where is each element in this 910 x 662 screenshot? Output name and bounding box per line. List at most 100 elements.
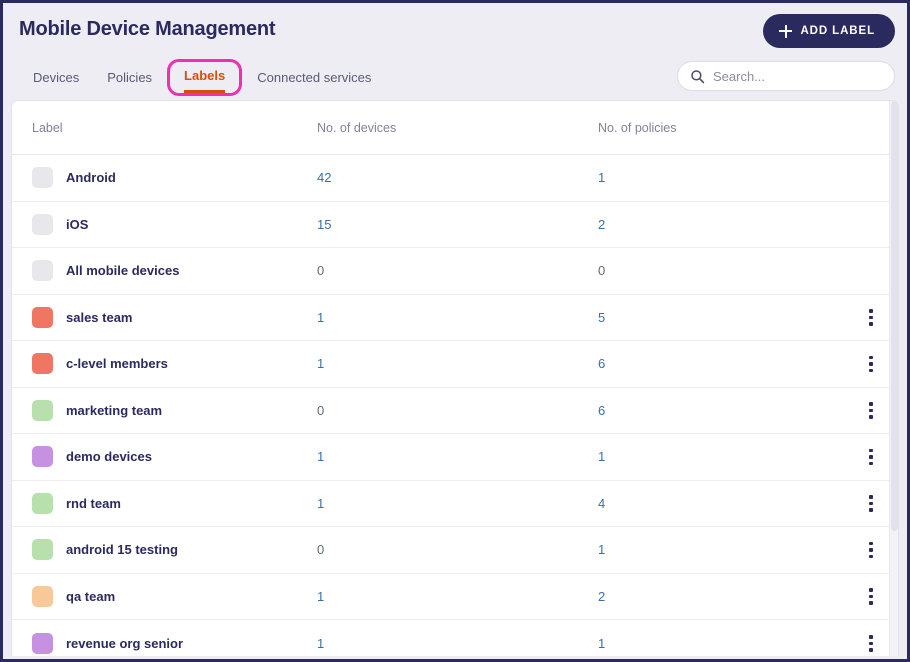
table-row[interactable]: revenue org senior 1 1 [12,620,898,656]
label-color-swatch [32,632,53,654]
column-header-policies: No. of policies [598,120,677,135]
policies-count[interactable]: 6 [598,356,838,371]
label-cell: revenue org senior [32,632,317,654]
devices-count[interactable]: 1 [317,496,598,511]
table-row[interactable]: sales team 1 5 [12,295,898,341]
label-name: Android [66,170,116,186]
column-header-devices: No. of devices [317,120,397,135]
label-name: revenue org senior [66,635,184,651]
label-cell: iOS [32,213,317,235]
policies-count[interactable]: 4 [598,496,838,511]
plus-icon [779,24,793,38]
label-cell: qa team [32,585,317,607]
devices-count[interactable]: 42 [317,170,598,185]
row-actions-menu-icon[interactable] [858,537,884,563]
row-actions-menu-icon[interactable] [858,444,884,470]
page-header: Mobile Device Management ADD LABEL [3,3,907,55]
tab-connected-services[interactable]: Connected services [243,64,385,91]
search-input[interactable] [713,68,882,84]
table-row[interactable]: demo devices 1 1 [12,434,898,481]
label-cell: c-level members [32,353,317,375]
table-header-row: Label No. of devices No. of policies [12,101,898,155]
table-row[interactable]: Android 42 1 [12,155,898,202]
label-name: marketing team [66,402,163,418]
label-cell: sales team [32,306,317,328]
label-color-swatch [32,306,53,328]
app-window: Mobile Device Management ADD LABEL Devic… [0,0,910,662]
label-cell: All mobile devices [32,260,317,282]
policies-count[interactable]: 1 [598,170,838,185]
devices-count[interactable]: 0 [317,542,598,557]
tabs: Devices Policies Labels Connected servic… [19,59,385,96]
label-name: iOS [66,216,89,232]
policies-count[interactable]: 1 [598,636,838,651]
table-row[interactable]: All mobile devices 0 0 [12,248,898,295]
policies-count[interactable]: 1 [598,449,838,464]
row-actions-menu-icon[interactable] [858,630,884,656]
row-actions-menu-icon[interactable] [858,397,884,423]
add-label-button[interactable]: ADD LABEL [763,14,895,48]
label-color-swatch [32,585,53,607]
label-name: sales team [66,309,133,325]
row-actions-menu-icon[interactable] [858,490,884,516]
devices-count[interactable]: 15 [317,217,598,232]
labels-table: Label No. of devices No. of policies And… [12,101,898,656]
label-color-swatch [32,353,53,375]
devices-count[interactable]: 1 [317,636,598,651]
table-row[interactable]: qa team 1 2 [12,574,898,620]
policies-count[interactable]: 5 [598,310,838,325]
label-color-swatch [32,167,53,189]
label-cell: marketing team [32,399,317,421]
row-actions-placeholder [858,258,884,284]
policies-count[interactable]: 0 [598,263,838,278]
row-actions-placeholder [858,165,884,191]
label-name: All mobile devices [66,263,180,279]
row-actions-menu-icon[interactable] [858,351,884,377]
label-cell: android 15 testing [32,539,317,561]
label-name: demo devices [66,449,152,465]
table-body: Android 42 1 iOS 15 2 All mobile devices 0 0 sale… [12,155,898,656]
table-scrollbar[interactable] [889,101,898,656]
tab-labels[interactable]: Labels [167,59,243,96]
table-row[interactable]: android 15 testing 0 1 [12,527,898,574]
labels-table-card: Label No. of devices No. of policies And… [11,100,899,656]
devices-count[interactable]: 1 [317,449,598,464]
label-color-swatch [32,539,53,561]
policies-count[interactable]: 2 [598,217,838,232]
label-cell: Android [32,167,317,189]
tab-devices[interactable]: Devices [19,64,93,91]
table-row[interactable]: rnd team 1 4 [12,481,898,527]
label-name: android 15 testing [66,542,178,558]
label-color-swatch [32,399,53,421]
label-color-swatch [32,260,53,282]
devices-count[interactable]: 0 [317,263,598,278]
policies-count[interactable]: 1 [598,542,838,557]
tabs-row: Devices Policies Labels Connected servic… [3,55,907,100]
table-row[interactable]: marketing team 0 6 [12,388,898,434]
label-color-swatch [32,213,53,235]
page-title: Mobile Device Management [19,17,276,40]
label-color-swatch [32,446,53,468]
row-actions-menu-icon[interactable] [858,583,884,609]
row-actions-placeholder [858,211,884,237]
label-name: qa team [66,588,116,604]
policies-count[interactable]: 2 [598,589,838,604]
search-box[interactable] [677,61,895,91]
devices-count[interactable]: 0 [317,403,598,418]
policies-count[interactable]: 6 [598,403,838,418]
table-scrollbar-thumb[interactable] [891,101,898,531]
label-name: c-level members [66,356,168,372]
table-row[interactable]: c-level members 1 6 [12,341,898,388]
table-row[interactable]: iOS 15 2 [12,202,898,248]
devices-count[interactable]: 1 [317,589,598,604]
label-cell: demo devices [32,446,317,468]
devices-count[interactable]: 1 [317,356,598,371]
tab-policies[interactable]: Policies [93,64,166,91]
column-header-label: Label [32,120,63,135]
label-color-swatch [32,492,53,514]
add-label-button-text: ADD LABEL [800,25,875,37]
search-icon [691,69,705,83]
label-cell: rnd team [32,492,317,514]
row-actions-menu-icon[interactable] [858,304,884,330]
devices-count[interactable]: 1 [317,310,598,325]
